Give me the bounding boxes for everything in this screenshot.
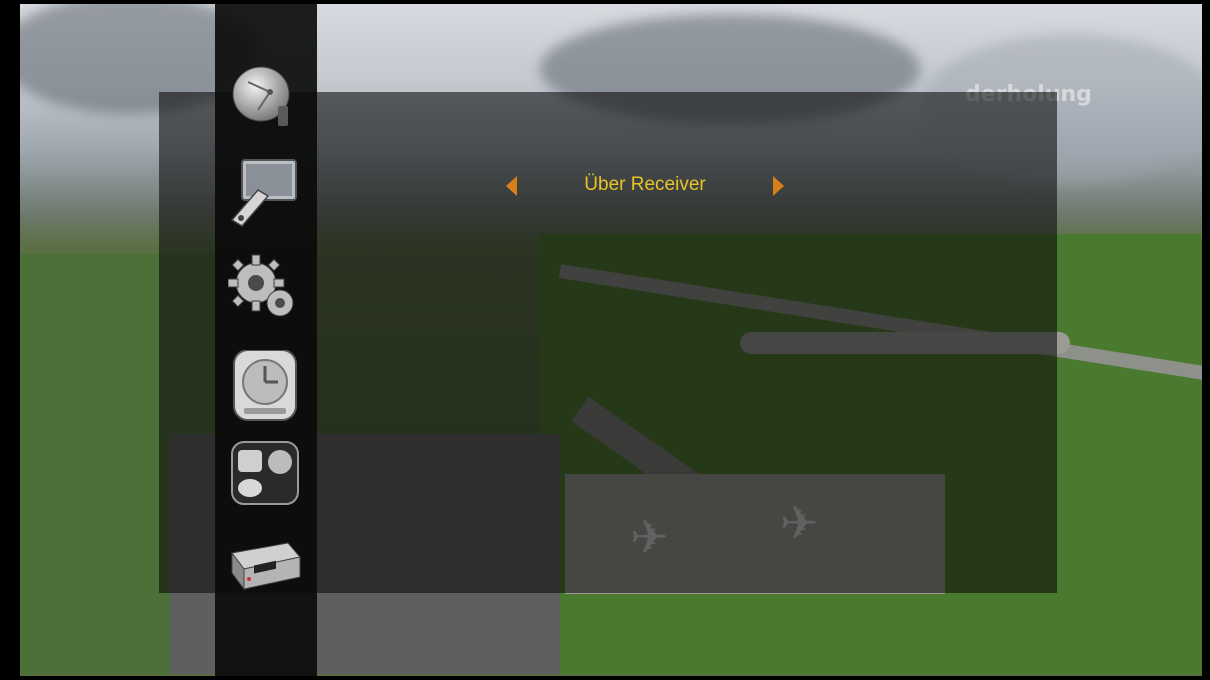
gears-settings-icon[interactable] <box>228 253 302 325</box>
receiver-box-icon[interactable] <box>228 535 302 607</box>
satellite-dish-icon[interactable] <box>228 62 302 134</box>
tv-picture-settings-icon[interactable] <box>228 156 302 228</box>
network-media-icon[interactable] <box>228 440 302 512</box>
menu-header: Über Receiver <box>500 170 790 206</box>
arrow-right-icon[interactable] <box>773 176 784 196</box>
menu-title: Über Receiver <box>584 174 706 195</box>
clock-timer-icon[interactable] <box>228 350 302 422</box>
